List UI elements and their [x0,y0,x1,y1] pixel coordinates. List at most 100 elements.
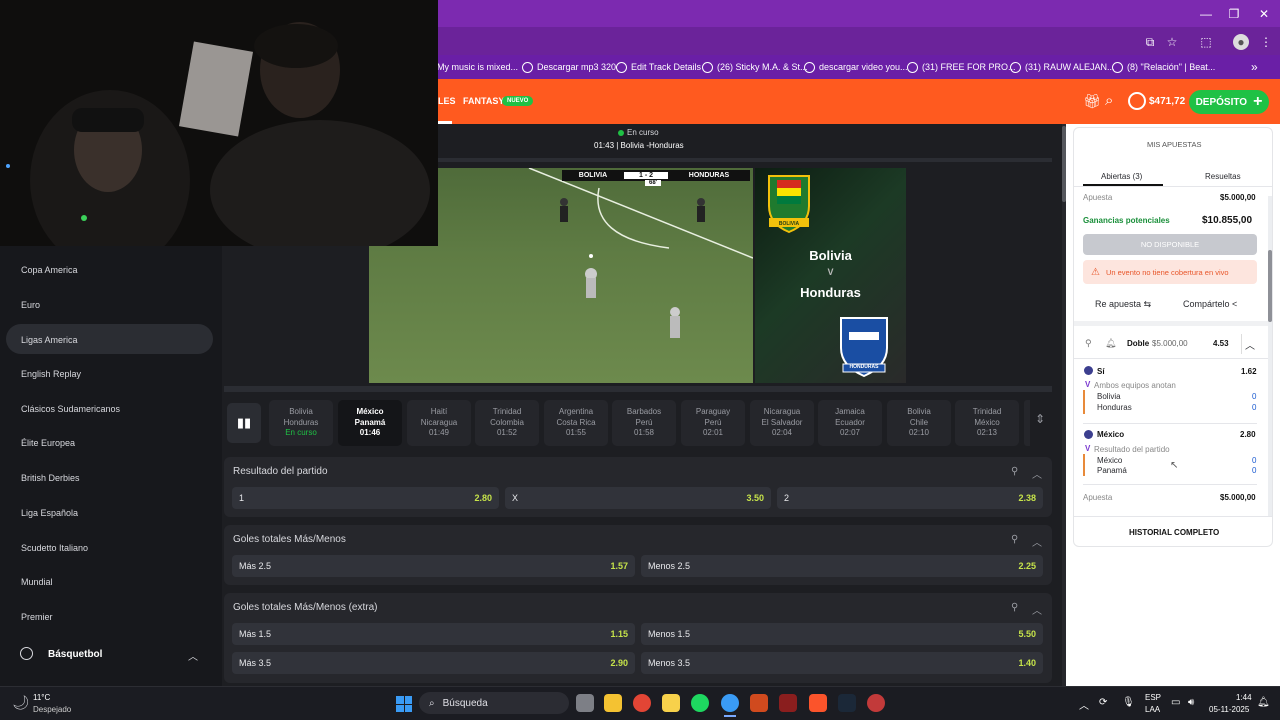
pin-icon[interactable]: ⚲ [1011,466,1018,477]
sidebar-item-ligas-america[interactable]: Ligas America [21,335,78,345]
collapse-strip-icon[interactable]: ⇕ [1035,412,1045,426]
steam-icon[interactable] [838,694,856,712]
chevron-up-icon[interactable]: ︿ [1032,466,1042,481]
taskbar-search[interactable]: ⌕ Búsqueda [419,692,569,714]
app-icon[interactable] [779,694,797,712]
notification-bell-icon[interactable]: 🔔︎ [1257,697,1270,708]
clock-time[interactable]: 1:44 [1236,693,1252,702]
share-button[interactable]: Compártelo < [1183,299,1237,309]
windows-start-icon[interactable] [396,696,412,712]
odds-button[interactable]: Más 2.5 1.57 [232,555,635,577]
sidebar-item-british-derbies[interactable]: British Derbies [21,473,80,483]
bookmark-item[interactable]: descargar video you... [804,60,908,74]
sidebar-item-liga-espanola[interactable]: Liga Española [21,508,78,518]
chevron-up-icon[interactable]: ︿ [1032,534,1042,549]
volume-icon[interactable]: 🔊︎ [1188,697,1194,708]
maximize-icon[interactable]: ❐ [1218,4,1250,24]
chrome-icon[interactable] [633,694,651,712]
bookmark-item[interactable]: (31) RAUW ALEJAN... [1010,60,1115,74]
odds-button[interactable]: X 3.50 [505,487,771,509]
chevron-up-icon[interactable]: ︿ [1032,602,1042,617]
tray-overflow-icon[interactable]: ︿ [1079,697,1089,712]
match-card[interactable]: Trinidad México 02:13 [955,400,1019,446]
sidebar-item-clasicos-sudamericanos[interactable]: Clásicos Sudamericanos [21,404,120,414]
microphone-icon[interactable]: 🎙︎ [1122,697,1135,708]
chrome-active-icon[interactable] [721,694,739,712]
chevron-up-icon[interactable]: ︿ [1245,337,1255,352]
account-balance[interactable]: $471,72 [1149,96,1185,107]
odds-button[interactable]: 2 2.38 [777,487,1043,509]
match-card[interactable]: Nicaragua El Salvador 02:04 [750,400,814,446]
deposit-label: DEPÓSITO [1195,96,1248,108]
rebet-button[interactable]: Re apuesta ⇆ [1095,299,1151,310]
brave-icon[interactable] [809,694,827,712]
install-app-icon[interactable]: ⧉ [1142,34,1158,50]
sidebar-item-elite-europea[interactable]: Élite Europea [21,438,75,448]
bookmark-item[interactable]: Edit Track Details [616,60,701,74]
notes-icon[interactable] [662,694,680,712]
chevron-up-icon[interactable]: ︿ [188,648,198,663]
weather-temp[interactable]: 11°C [33,693,50,702]
weather-desc[interactable]: Despejado [33,705,71,714]
profile-avatar-icon[interactable]: ● [1233,34,1249,50]
odds-button[interactable]: Más 3.5 2.90 [232,652,635,674]
close-window-icon[interactable]: ✕ [1248,4,1280,24]
pin-icon[interactable]: ⚲ [1011,602,1018,613]
bookmark-item[interactable]: (8) "Relación" | Beat... [1112,60,1215,74]
sidebar-item-copa-america[interactable]: Copa America [21,265,78,275]
deposit-button[interactable]: DEPÓSITO + [1189,90,1269,114]
odds-button[interactable]: 1 2.80 [232,487,499,509]
spotify-icon[interactable] [691,694,709,712]
account-icon[interactable] [1128,92,1146,110]
bookmark-item[interactable]: (31) FREE FOR PRO... [907,60,1016,74]
bookmark-star-icon[interactable]: ☆ [1164,34,1180,50]
match-card[interactable]: Trinidad Colombia 01:52 [475,400,539,446]
match-card[interactable]: Bolivia Chile 02:10 [887,400,951,446]
clock-date[interactable]: 05-11-2025 [1209,705,1249,714]
bookmark-item[interactable]: Descargar mp3 320 [522,60,616,74]
sidebar-item-mundial[interactable]: Mundial [21,577,53,587]
match-card[interactable]: Barbados Perú 01:58 [612,400,676,446]
sync-icon[interactable]: ⟳ [1099,697,1107,708]
match-card[interactable]: Jamaica Ecuador 02:07 [818,400,882,446]
odds-button[interactable]: Menos 1.5 5.50 [641,623,1043,645]
odds-button[interactable]: Menos 3.5 1.40 [641,652,1043,674]
sidebar-section-basquetbol[interactable]: Básquetbol [48,649,102,660]
nav-link-fantasy[interactable]: FANTASY [463,96,504,106]
task-view-icon[interactable] [576,694,594,712]
browser-menu-icon[interactable]: ⋮ [1258,34,1274,50]
sidebar-item-premier[interactable]: Premier [21,612,53,622]
network-icon[interactable]: ▭ [1171,697,1180,708]
sidebar-item-scudetto-italiano[interactable]: Scudetto Italiano [21,543,88,553]
betslip-scrollbar[interactable] [1268,196,1272,516]
odds-button[interactable]: Menos 2.5 2.25 [641,555,1043,577]
match-card[interactable]: Argentina Costa Rica 01:55 [544,400,608,446]
stats-chart-icon[interactable]: ▮▮ [227,403,261,443]
match-card[interactable]: México Panamá 01:46 [338,400,402,446]
file-explorer-icon[interactable] [604,694,622,712]
bookmark-item[interactable]: My music is mixed... [437,60,518,74]
app-icon[interactable] [750,694,768,712]
tab-settled-bets[interactable]: Resueltas [1205,172,1241,181]
pin-icon[interactable]: ⚲ [1011,534,1018,545]
gift-icon[interactable]: 🎁︎ [1083,93,1101,110]
language-layout[interactable]: LAA [1145,705,1160,714]
nav-link-live[interactable]: LES [438,96,456,106]
full-history-link[interactable]: HISTORIAL COMPLETO [1129,528,1219,537]
app-icon[interactable] [867,694,885,712]
match-card[interactable]: Paraguay Perú 02:01 [681,400,745,446]
sidebar-item-euro[interactable]: Euro [21,300,40,310]
sidebar-item-english-replay[interactable]: English Replay [21,369,81,379]
bookmarks-overflow-button[interactable]: » [1251,60,1258,74]
bookmark-item[interactable]: (26) Sticky M.A. & St... [702,60,808,74]
odds-button[interactable]: Más 1.5 1.15 [232,623,635,645]
betslip-scrollbar-thumb[interactable] [1268,250,1272,322]
match-card[interactable]: Bolivia Honduras En curso [269,400,333,446]
bell-icon[interactable]: 🔔︎ [1105,338,1116,349]
pin-icon[interactable]: ⚲ [1085,338,1092,349]
match-card[interactable]: Haití Nicaragua 01:49 [407,400,471,446]
search-icon[interactable]: ⌕ [1105,92,1113,109]
language-code[interactable]: ESP [1145,693,1161,702]
extensions-icon[interactable]: ⬚ [1198,34,1214,50]
tab-open-bets[interactable]: Abiertas (3) [1101,172,1142,181]
